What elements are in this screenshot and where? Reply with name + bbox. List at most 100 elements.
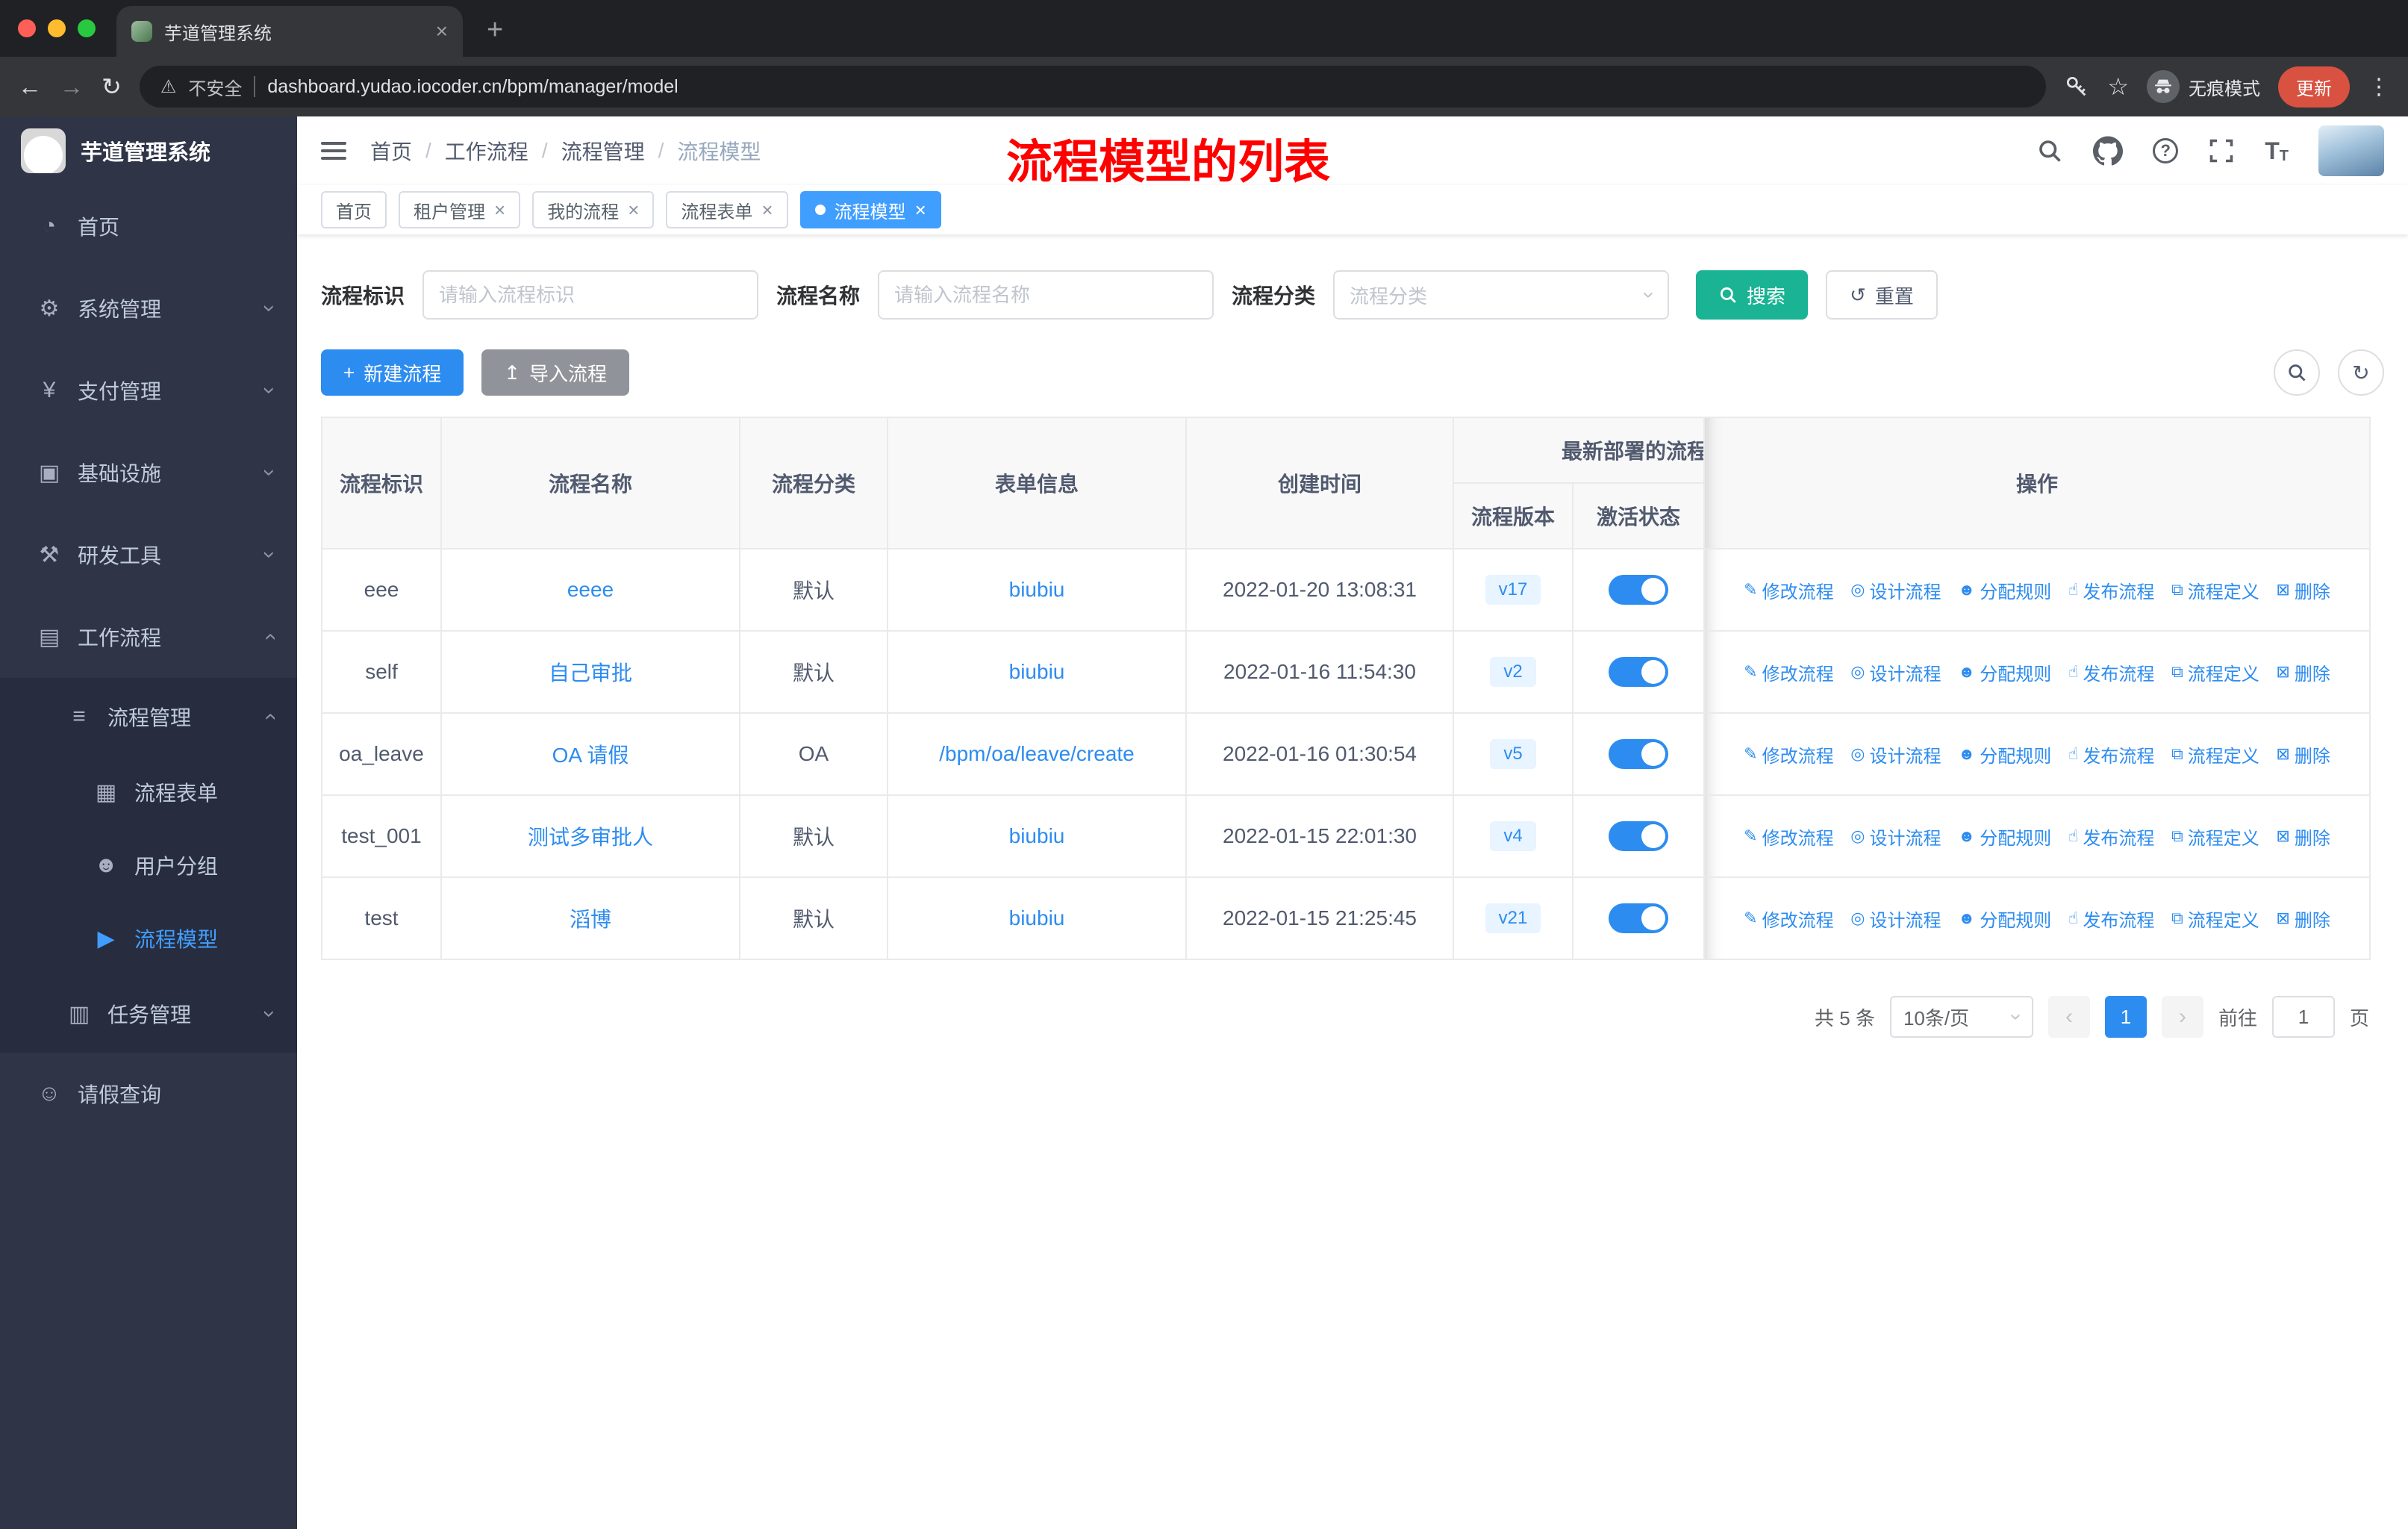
process-name-link[interactable]: 滔博: [570, 908, 611, 931]
maximize-window-button[interactable]: [78, 19, 96, 37]
design-process-link[interactable]: ◎ 设计流程: [1850, 906, 1941, 932]
sidebar-item-devtools[interactable]: ⚒ 研发工具 ›: [0, 514, 297, 596]
sidebar-item-process-management[interactable]: ≡ 流程管理 ›: [0, 678, 297, 756]
sidebar-item-user-group[interactable]: ☻ 用户分组: [0, 829, 297, 902]
github-icon[interactable]: [2093, 136, 2124, 166]
modify-process-link[interactable]: ✎ 修改流程: [1744, 741, 1833, 767]
publish-process-link[interactable]: ☝ 发布流程: [2068, 823, 2154, 850]
show-search-button[interactable]: [2274, 349, 2320, 396]
publish-process-link[interactable]: ☝ 发布流程: [2068, 741, 2154, 767]
search-button[interactable]: 搜索: [1696, 270, 1809, 320]
tag-process-form[interactable]: 流程表单 ×: [666, 191, 788, 228]
close-icon[interactable]: ×: [915, 199, 926, 222]
design-process-link[interactable]: ◎ 设计流程: [1850, 659, 1941, 685]
version-badge[interactable]: v5: [1490, 739, 1536, 769]
next-page-button[interactable]: ›: [2161, 996, 2203, 1038]
assign-rule-link[interactable]: ☻ 分配规则: [1958, 741, 2051, 767]
assign-rule-link[interactable]: ☻ 分配规则: [1958, 659, 2051, 685]
search-icon[interactable]: [2036, 137, 2063, 164]
tag-home[interactable]: 首页: [321, 191, 387, 228]
breadcrumb-item-home[interactable]: 首页: [370, 136, 412, 166]
form-info-link[interactable]: biubiu: [1009, 824, 1065, 847]
active-toggle[interactable]: [1609, 903, 1668, 933]
assign-rule-link[interactable]: ☻ 分配规则: [1958, 906, 2051, 932]
process-definition-link[interactable]: ⧉ 流程定义: [2171, 906, 2259, 932]
breadcrumb-item-process-management[interactable]: 流程管理: [561, 136, 645, 166]
help-icon[interactable]: ?: [2153, 138, 2179, 164]
close-icon[interactable]: ×: [628, 199, 639, 222]
process-name-link[interactable]: eeee: [567, 578, 614, 601]
publish-process-link[interactable]: ☝ 发布流程: [2068, 577, 2154, 603]
modify-process-link[interactable]: ✎ 修改流程: [1744, 577, 1833, 603]
tag-my-process[interactable]: 我的流程 ×: [532, 191, 655, 228]
create-process-button[interactable]: + 新建流程: [321, 349, 464, 396]
modify-process-link[interactable]: ✎ 修改流程: [1744, 659, 1833, 685]
collapse-sidebar-icon[interactable]: [321, 142, 346, 160]
publish-process-link[interactable]: ☝ 发布流程: [2068, 659, 2154, 685]
font-size-icon[interactable]: TT: [2265, 137, 2289, 165]
modify-process-link[interactable]: ✎ 修改流程: [1744, 823, 1833, 850]
new-tab-button[interactable]: +: [487, 14, 503, 46]
form-info-link[interactable]: /bpm/oa/leave/create: [939, 742, 1135, 765]
design-process-link[interactable]: ◎ 设计流程: [1850, 741, 1941, 767]
close-icon[interactable]: ×: [494, 199, 505, 222]
assign-rule-link[interactable]: ☻ 分配规则: [1958, 577, 2051, 603]
design-process-link[interactable]: ◎ 设计流程: [1850, 577, 1941, 603]
form-info-link[interactable]: biubiu: [1009, 906, 1065, 929]
sidebar-item-infrastructure[interactable]: ▣ 基础设施 ›: [0, 432, 297, 514]
active-toggle[interactable]: [1609, 657, 1668, 687]
version-badge[interactable]: v17: [1485, 575, 1541, 605]
browser-tab[interactable]: 芋道管理系统 ×: [116, 6, 463, 57]
sidebar-item-home[interactable]: ◔ 首页: [0, 185, 297, 267]
minimize-window-button[interactable]: [48, 19, 66, 37]
sidebar-item-leave-query[interactable]: ☺ 请假查询: [0, 1053, 297, 1135]
address-bar[interactable]: ⚠ 不安全 dashboard.yudao.iocoder.cn/bpm/man…: [139, 66, 2047, 108]
sidebar-item-workflow[interactable]: ▤ 工作流程 ›: [0, 596, 297, 678]
version-badge[interactable]: v21: [1485, 903, 1541, 933]
tab-close-icon[interactable]: ×: [436, 19, 448, 43]
modify-process-link[interactable]: ✎ 修改流程: [1744, 906, 1833, 932]
user-avatar[interactable]: [2318, 125, 2384, 176]
delete-link[interactable]: ⊠ 删除: [2276, 659, 2330, 685]
process-name-link[interactable]: 测试多审批人: [528, 826, 653, 849]
forward-button[interactable]: →: [60, 73, 84, 101]
process-definition-link[interactable]: ⧉ 流程定义: [2171, 659, 2259, 685]
reload-button[interactable]: ↻: [102, 72, 122, 101]
delete-link[interactable]: ⊠ 删除: [2276, 741, 2330, 767]
publish-process-link[interactable]: ☝ 发布流程: [2068, 906, 2154, 932]
prev-page-button[interactable]: ‹: [2047, 996, 2090, 1038]
process-definition-link[interactable]: ⧉ 流程定义: [2171, 741, 2259, 767]
chrome-update-button[interactable]: 更新: [2278, 66, 2350, 108]
refresh-table-button[interactable]: ↻: [2338, 349, 2384, 396]
close-icon[interactable]: ×: [761, 199, 773, 222]
process-name-link[interactable]: 自己审批: [549, 661, 632, 685]
active-toggle[interactable]: [1609, 821, 1668, 851]
import-process-button[interactable]: ↥ 导入流程: [481, 349, 630, 396]
page-number-button[interactable]: 1: [2104, 996, 2147, 1038]
tag-process-model[interactable]: 流程模型 ×: [799, 191, 941, 228]
page-size-select[interactable]: 10条/页 ›: [1889, 996, 2033, 1038]
fullscreen-icon[interactable]: [2208, 137, 2235, 164]
sidebar-item-payment[interactable]: ¥ 支付管理 ›: [0, 349, 297, 432]
browser-menu-icon[interactable]: ⋮: [2368, 74, 2390, 100]
process-definition-link[interactable]: ⧉ 流程定义: [2171, 577, 2259, 603]
close-window-button[interactable]: [18, 19, 36, 37]
delete-link[interactable]: ⊠ 删除: [2276, 906, 2330, 932]
sidebar-item-process-form[interactable]: ▦ 流程表单: [0, 756, 297, 829]
active-toggle[interactable]: [1609, 575, 1668, 605]
sidebar-item-task-management[interactable]: ▥ 任务管理 ›: [0, 975, 297, 1053]
delete-link[interactable]: ⊠ 删除: [2276, 823, 2330, 850]
goto-page-input[interactable]: [2271, 996, 2335, 1038]
password-key-icon[interactable]: [2064, 74, 2089, 99]
assign-rule-link[interactable]: ☻ 分配规则: [1958, 823, 2051, 850]
process-definition-link[interactable]: ⧉ 流程定义: [2171, 823, 2259, 850]
form-info-link[interactable]: biubiu: [1009, 578, 1065, 601]
process-key-input[interactable]: [422, 270, 759, 320]
version-badge[interactable]: v2: [1490, 657, 1536, 687]
bookmark-star-icon[interactable]: ☆: [2107, 72, 2129, 101]
process-name-input[interactable]: [878, 270, 1214, 320]
tag-tenant-management[interactable]: 租户管理 ×: [399, 191, 521, 228]
back-button[interactable]: ←: [18, 73, 42, 101]
version-badge[interactable]: v4: [1490, 821, 1536, 851]
sidebar-item-system[interactable]: ⚙ 系统管理 ›: [0, 267, 297, 349]
